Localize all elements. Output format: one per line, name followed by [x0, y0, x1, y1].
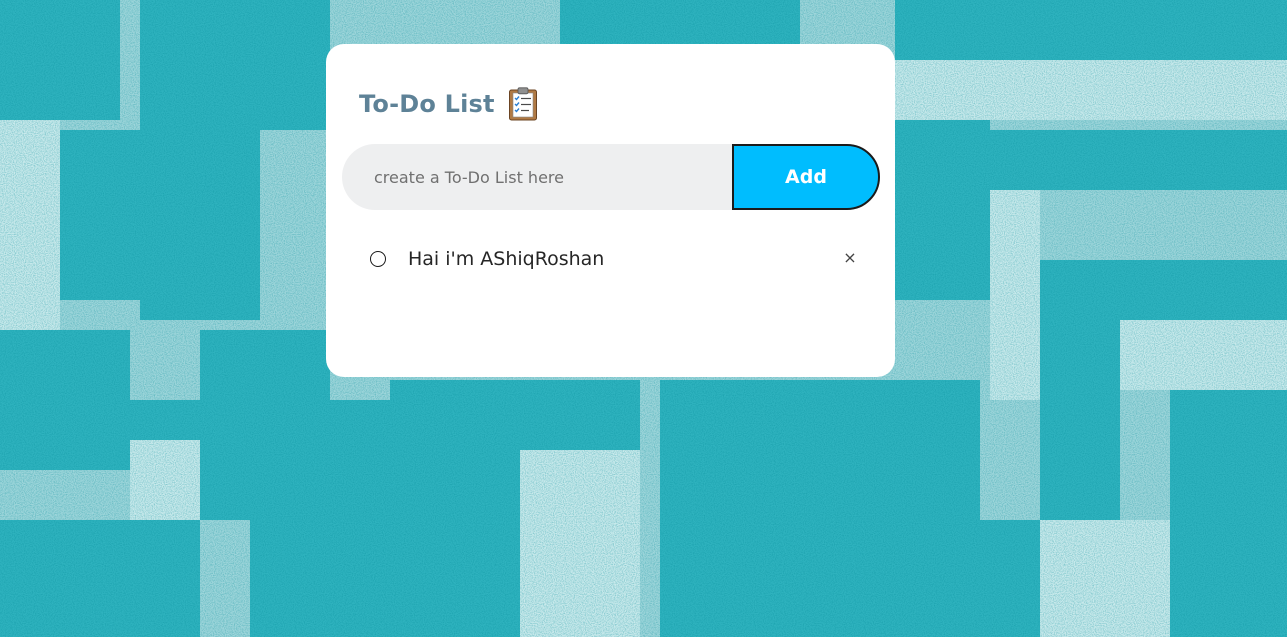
- todo-text: Hai i'm AShiqRoshan: [408, 248, 605, 270]
- clipboard-icon: [508, 87, 538, 121]
- circle-unchecked-icon[interactable]: [370, 251, 386, 267]
- add-button[interactable]: Add: [732, 144, 880, 210]
- task-input[interactable]: [342, 144, 762, 210]
- todo-card: To-Do List Add: [326, 44, 895, 377]
- list-item[interactable]: Hai i'm AShiqRoshan ×: [370, 242, 860, 276]
- title-row: To-Do List: [359, 86, 538, 122]
- add-task-row: Add: [342, 144, 880, 210]
- page-title: To-Do List: [359, 90, 495, 118]
- todo-list: Hai i'm AShiqRoshan ×: [370, 242, 860, 276]
- close-icon[interactable]: ×: [840, 248, 860, 268]
